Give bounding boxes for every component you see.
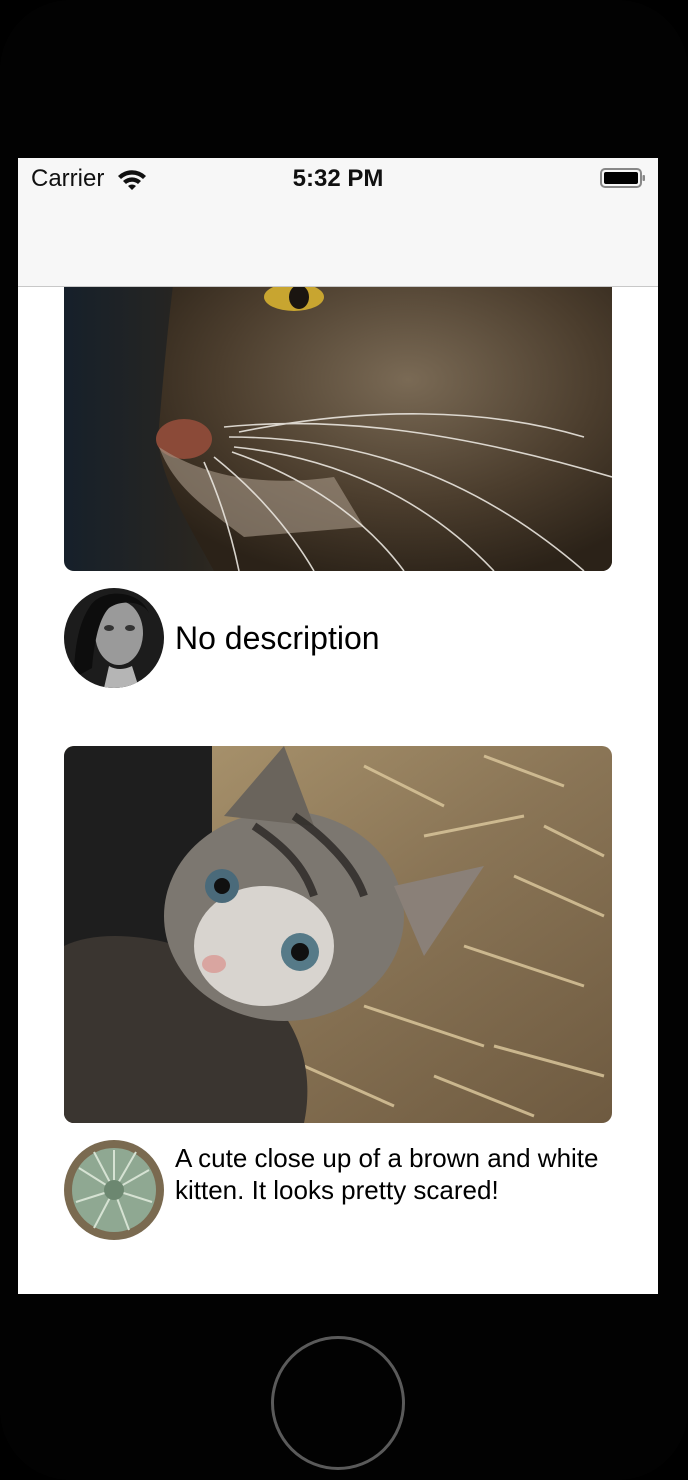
feed-list[interactable]: No description A cute close up of a brow… xyxy=(18,287,658,1294)
cat-closeup-image xyxy=(64,287,612,571)
woman-portrait-avatar xyxy=(64,588,164,688)
author-avatar[interactable] xyxy=(64,588,164,688)
post-photo-kitten[interactable] xyxy=(64,746,612,1123)
home-button[interactable] xyxy=(271,1336,405,1470)
phone-bezel: Carrier 5:32 PM No description A cute cl… xyxy=(0,0,688,1480)
kitten-in-straw-image xyxy=(64,746,612,1123)
post-photo-cat-closeup[interactable] xyxy=(64,287,612,571)
status-time: 5:32 PM xyxy=(292,165,384,192)
navigation-bar xyxy=(18,198,658,287)
author-avatar[interactable] xyxy=(64,1140,164,1240)
post-description: No description xyxy=(175,620,380,656)
status-bar: Carrier 5:32 PM xyxy=(18,158,658,198)
post-description: A cute close up of a brown and white kit… xyxy=(175,1143,599,1205)
app-screen: Carrier 5:32 PM No description A cute cl… xyxy=(18,158,658,1294)
battery-icon xyxy=(600,168,645,188)
succulent-avatar xyxy=(64,1140,164,1240)
